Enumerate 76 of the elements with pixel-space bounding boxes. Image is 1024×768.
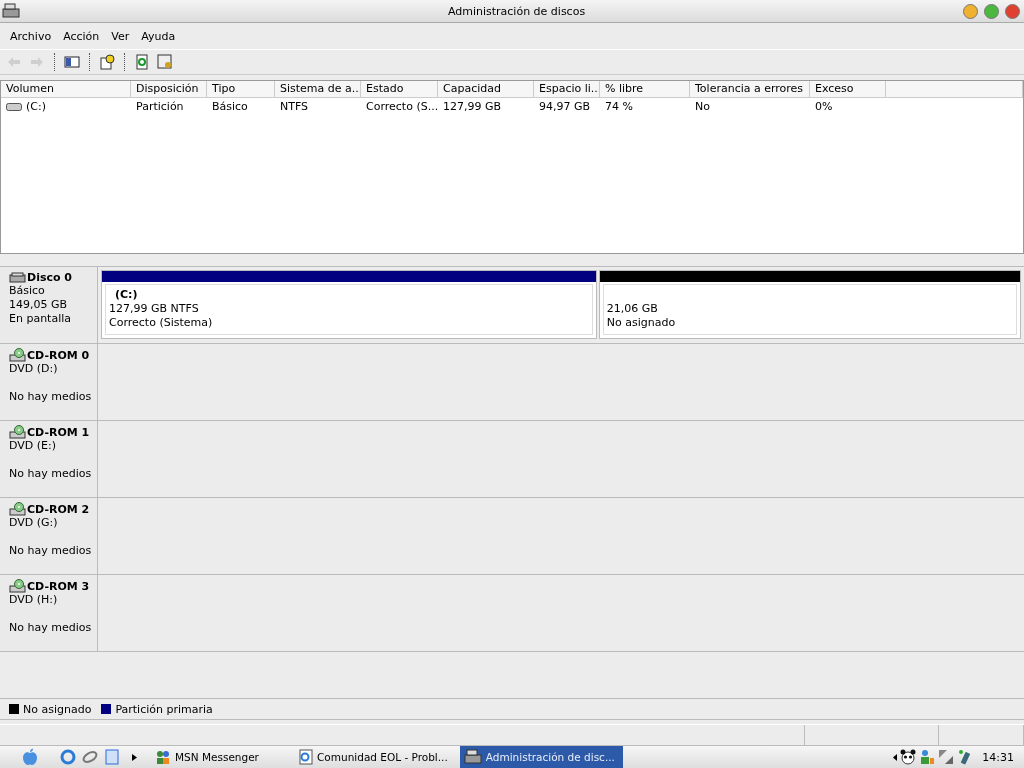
- disk-type: Básico: [9, 284, 46, 298]
- taskbar-button[interactable]: Administración de disc...: [459, 746, 623, 768]
- disk-name: CD-ROM 0: [27, 348, 90, 362]
- browser-icon[interactable]: [60, 749, 76, 765]
- disk-type: DVD (E:): [9, 439, 57, 453]
- drive-icon: [6, 101, 22, 112]
- table-cell: Básico: [212, 100, 248, 113]
- column-header[interactable]: Volumen: [1, 81, 131, 98]
- column-header[interactable]: Tipo: [207, 81, 275, 98]
- disk-status: No hay medios: [9, 621, 93, 635]
- cd-drive-icon: [9, 579, 26, 593]
- panda-icon[interactable]: [900, 749, 917, 765]
- disk-type: DVD (G:): [9, 516, 59, 530]
- disk-size: 149,05 GB: [9, 298, 69, 312]
- legend-label: No asignado: [23, 702, 92, 716]
- column-header[interactable]: Estado: [361, 81, 438, 98]
- cd-drive-icon: [9, 425, 26, 439]
- disk-status: No hay medios: [9, 467, 93, 481]
- menu-item[interactable]: Ver: [105, 29, 136, 43]
- document-icon[interactable]: [104, 749, 120, 765]
- expand-arrow-icon[interactable]: [132, 753, 137, 761]
- menu-item[interactable]: Archivo: [4, 29, 58, 43]
- cd-drive-icon: [9, 502, 26, 516]
- properties-icon[interactable]: [155, 52, 175, 72]
- column-header[interactable]: Disposición: [131, 81, 207, 98]
- window-title: Administración de discos: [446, 4, 587, 18]
- cd-drive-icon: [9, 348, 26, 362]
- apple-logo-icon[interactable]: [22, 748, 38, 766]
- disk-name: CD-ROM 3: [27, 579, 90, 593]
- help-icon[interactable]: [97, 52, 117, 72]
- taskbar-button[interactable]: MSN Messenger: [151, 746, 291, 768]
- clock: 14:31: [982, 750, 1014, 764]
- disk-drive-icon: [2, 3, 20, 19]
- column-header[interactable]: Exceso: [810, 81, 886, 98]
- menu-item[interactable]: Ayuda: [135, 29, 182, 43]
- browser-page-icon: [299, 749, 313, 765]
- link-icon[interactable]: [82, 749, 98, 765]
- disk-name: CD-ROM 2: [27, 502, 90, 516]
- column-header[interactable]: Sistema de a...: [275, 81, 361, 98]
- maximize-button[interactable]: [984, 3, 999, 19]
- table-cell: NTFS: [280, 100, 309, 113]
- disk-drive-icon: [463, 749, 482, 765]
- table-cell: 127,99 GB: [443, 100, 502, 113]
- menu-item[interactable]: Acción: [57, 29, 106, 43]
- partition-block[interactable]: (C:) 127,99 GB NTFS Correcto (Sistema): [105, 284, 593, 335]
- partition-label: (C:): [114, 288, 139, 302]
- partition-status: Correcto (Sistema): [109, 316, 214, 330]
- column-header[interactable]: Capacidad: [438, 81, 534, 98]
- tray-arrow-icon[interactable]: [893, 753, 898, 761]
- partition-status: No asignado: [606, 316, 677, 330]
- disk-status: No hay medios: [9, 390, 93, 404]
- table-cell: Partición: [136, 100, 184, 113]
- column-header[interactable]: % libre: [600, 81, 690, 98]
- table-cell: Correcto (S...: [366, 100, 439, 113]
- people-icon: [155, 749, 171, 765]
- disk-status: No hay medios: [9, 544, 93, 558]
- legend-label: Partición primaria: [115, 702, 213, 716]
- table-cell: No: [695, 100, 710, 113]
- partition-block[interactable]: 21,06 GB No asignado: [602, 284, 1017, 335]
- disk-type: DVD (H:): [9, 593, 59, 607]
- partition-size: 21,06 GB: [606, 302, 659, 316]
- column-header[interactable]: Tolerancia a errores: [690, 81, 810, 98]
- disk-type: DVD (D:): [9, 362, 59, 376]
- close-button[interactable]: [1005, 3, 1020, 19]
- minimize-button[interactable]: [963, 3, 978, 19]
- disk-status: En pantalla: [9, 312, 73, 326]
- column-header[interactable]: Espacio li...: [534, 81, 600, 98]
- table-cell: 94,97 GB: [539, 100, 591, 113]
- disk-name: CD-ROM 1: [27, 425, 90, 439]
- taskbar-button[interactable]: Comunidad EOL - Probl...: [295, 746, 456, 768]
- disk-name: Disco 0: [27, 271, 72, 284]
- table-cell: 0%: [815, 100, 833, 113]
- table-cell: (C:): [26, 100, 46, 113]
- network-icon[interactable]: [938, 749, 955, 765]
- partition-size: 127,99 GB NTFS: [109, 302, 200, 316]
- table-cell: 74 %: [605, 100, 633, 113]
